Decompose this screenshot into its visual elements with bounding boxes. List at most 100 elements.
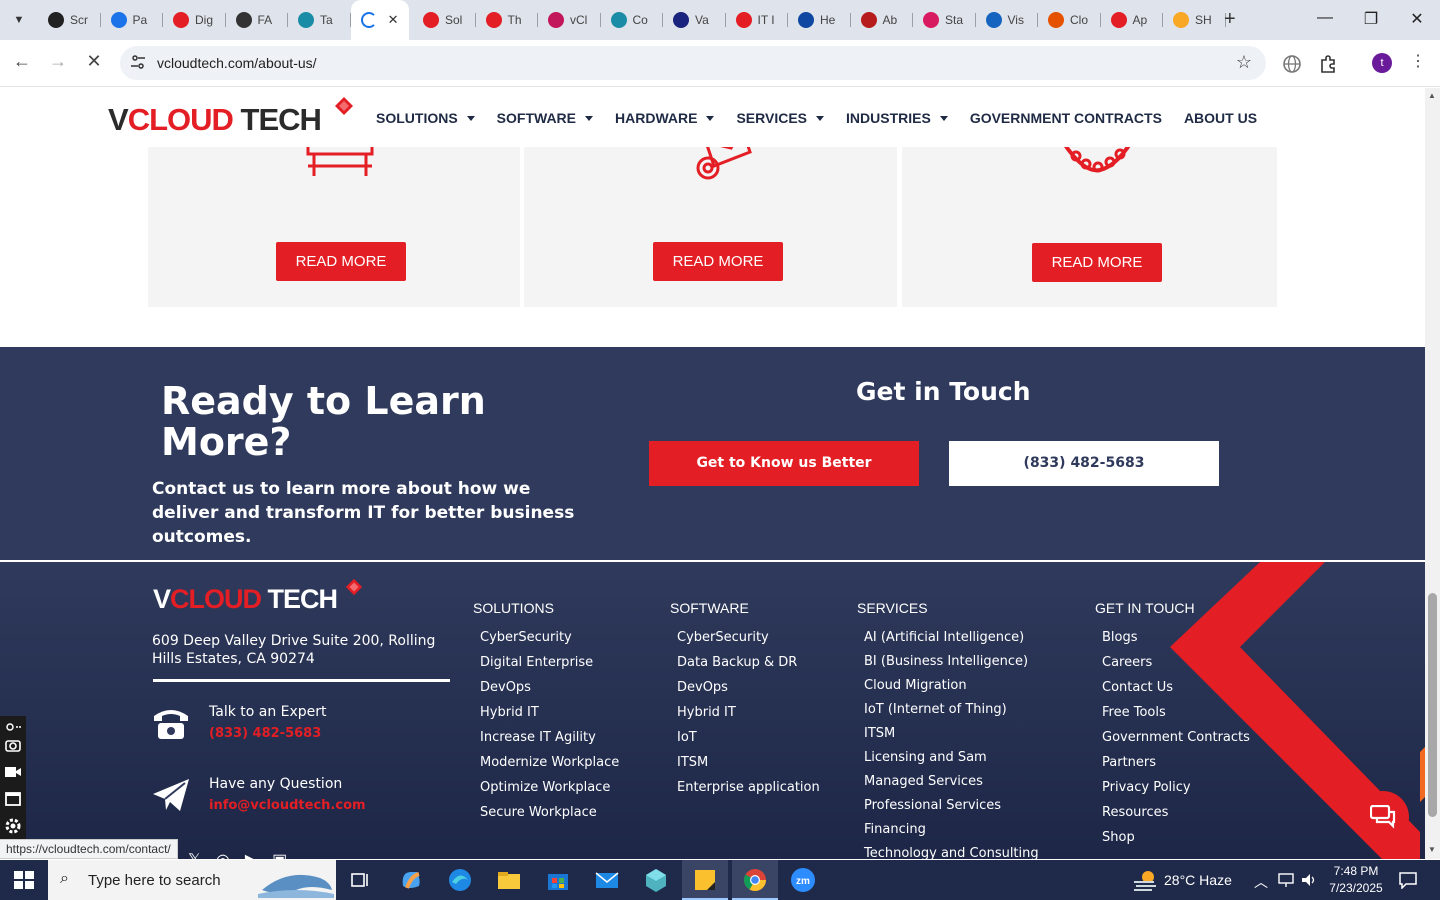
footer-link[interactable]: Technology and Consulting — [864, 846, 1039, 859]
browser-tab[interactable]: Ap — [1101, 6, 1163, 34]
extensions-icon[interactable] — [1318, 53, 1340, 75]
footer-link[interactable]: IoT — [677, 730, 820, 755]
browser-tab[interactable]: Clo — [1038, 6, 1101, 34]
footer-link[interactable]: Government Contracts — [1102, 730, 1250, 755]
footer-link[interactable]: Cloud Migration — [864, 678, 1039, 702]
browser-tab[interactable]: ✕ — [350, 0, 409, 40]
footer-link[interactable]: ITSM — [677, 755, 820, 780]
browser-tab[interactable]: Sol — [413, 6, 476, 34]
footer-link[interactable]: Blogs — [1102, 630, 1250, 655]
settings-gear-icon[interactable] — [4, 817, 22, 835]
site-logo[interactable]: VCLOUD TECH — [108, 97, 358, 142]
footer-link[interactable]: Enterprise application — [677, 780, 820, 805]
chrome-app[interactable] — [732, 860, 778, 900]
nav-item-government-contracts[interactable]: GOVERNMENT CONTRACTS — [970, 110, 1162, 126]
sticky-notes-app[interactable] — [682, 860, 728, 900]
linkedin-icon[interactable]: ▣ — [272, 850, 287, 859]
browser-tab[interactable]: Va — [663, 6, 726, 34]
nav-item-services[interactable]: SERVICES — [736, 110, 825, 126]
nav-item-software[interactable]: SOFTWARE — [497, 110, 594, 126]
footer-link[interactable]: Data Backup & DR — [677, 655, 820, 680]
footer-link[interactable]: Shop — [1102, 830, 1250, 855]
browser-tab[interactable]: Ta — [288, 6, 351, 34]
nav-item-industries[interactable]: INDUSTRIES — [846, 110, 948, 126]
scrollbar-thumb[interactable] — [1428, 593, 1437, 817]
read-more-button[interactable]: READ MORE — [276, 242, 406, 281]
footer-link[interactable]: Privacy Policy — [1102, 780, 1250, 805]
phone-button[interactable]: (833) 482-5683 — [949, 441, 1219, 486]
camera-icon[interactable] — [4, 736, 22, 754]
footer-link[interactable]: Professional Services — [864, 798, 1039, 822]
footer-link[interactable]: Partners — [1102, 755, 1250, 780]
bookmark-star-icon[interactable]: ☆ — [1236, 52, 1252, 73]
instagram-icon[interactable]: ◎ — [216, 850, 230, 859]
video-icon[interactable] — [4, 763, 22, 781]
system-clock[interactable]: 7:48 PM 7/23/2025 — [1328, 863, 1384, 897]
translate-icon[interactable] — [1281, 53, 1303, 75]
close-window-button[interactable]: ✕ — [1402, 9, 1432, 29]
browser-tab[interactable]: Dig — [163, 6, 226, 34]
footer-link[interactable]: CyberSecurity — [480, 630, 619, 655]
nav-item-hardware[interactable]: HARDWARE — [615, 110, 715, 126]
address-bar[interactable]: vcloudtech.com/about-us/ ☆ — [120, 46, 1266, 80]
file-explorer-icon[interactable] — [495, 866, 523, 894]
expert-phone-link[interactable]: (833) 482-5683 — [209, 726, 321, 741]
footer-link[interactable]: Increase IT Agility — [480, 730, 619, 755]
microsoft-store-icon[interactable] — [544, 866, 572, 894]
get-to-know-button[interactable]: Get to Know us Better — [649, 441, 919, 486]
zoom-icon[interactable]: zm — [789, 866, 817, 894]
browser-tab[interactable]: Ab — [851, 6, 913, 34]
windows-start-icon[interactable] — [14, 871, 34, 889]
edge-icon[interactable] — [446, 866, 474, 894]
app-cube-icon[interactable] — [642, 866, 670, 894]
weather-haze-icon[interactable] — [1132, 869, 1158, 891]
read-more-button[interactable]: READ MORE — [653, 242, 783, 281]
chrome-menu-icon[interactable]: ⋮ — [1405, 51, 1431, 71]
weather-text[interactable]: 28°C Haze — [1164, 872, 1232, 888]
footer-link[interactable]: Hybrid IT — [480, 705, 619, 730]
footer-link[interactable]: Licensing and Sam — [864, 750, 1039, 774]
footer-link[interactable]: Financing — [864, 822, 1039, 846]
restore-button[interactable]: ❐ — [1356, 9, 1386, 29]
pin-icon[interactable] — [4, 718, 22, 736]
footer-link[interactable]: Optimize Workplace — [480, 780, 619, 805]
browser-tab[interactable]: Vis — [976, 6, 1038, 34]
footer-link[interactable]: IoT (Internet of Thing) — [864, 702, 1039, 726]
footer-link[interactable]: Secure Workplace — [480, 805, 619, 830]
stop-loading-icon[interactable]: ✕ — [81, 51, 107, 72]
notifications-icon[interactable] — [1398, 871, 1418, 889]
browser-tab[interactable]: He — [788, 6, 851, 34]
back-icon[interactable]: ← — [9, 51, 35, 72]
network-icon[interactable] — [1278, 872, 1296, 888]
footer-link[interactable]: Resources — [1102, 805, 1250, 830]
browser-tab[interactable]: vCl — [538, 6, 601, 34]
mail-icon[interactable] — [593, 866, 621, 894]
minimize-button[interactable]: — — [1310, 9, 1340, 27]
email-link[interactable]: info@vcloudtech.com — [209, 798, 366, 813]
nav-item-about-us[interactable]: ABOUT US — [1184, 110, 1257, 126]
footer-link[interactable]: CyberSecurity — [677, 630, 820, 655]
footer-link[interactable]: Contact Us — [1102, 680, 1250, 705]
footer-link[interactable]: Free Tools — [1102, 705, 1250, 730]
forward-icon[interactable]: → — [45, 51, 71, 72]
browser-tab[interactable]: Co — [601, 6, 663, 34]
browser-tab[interactable]: FA — [226, 6, 288, 34]
profile-avatar[interactable]: t — [1372, 53, 1392, 73]
browser-tab[interactable]: SH — [1163, 6, 1226, 34]
site-info-icon[interactable] — [130, 54, 146, 70]
youtube-icon[interactable]: ▶ — [245, 850, 257, 859]
read-more-button[interactable]: READ MORE — [1032, 243, 1162, 282]
taskbar-search[interactable]: ⌕ Type here to search — [48, 860, 336, 900]
task-view-icon[interactable] — [346, 866, 374, 894]
footer-link[interactable]: BI (Business Intelligence) — [864, 654, 1039, 678]
footer-logo[interactable]: VCLOUD TECH — [153, 578, 373, 616]
browser-tab[interactable]: IT I — [726, 6, 788, 34]
page-scrollbar[interactable]: ▲ ▼ — [1425, 88, 1440, 859]
x-twitter-icon[interactable]: 𝕏 — [188, 850, 201, 859]
footer-link[interactable]: ITSM — [864, 726, 1039, 750]
footer-link[interactable]: Digital Enterprise — [480, 655, 619, 680]
footer-link[interactable]: Managed Services — [864, 774, 1039, 798]
chat-widget-button[interactable] — [1357, 791, 1409, 843]
footer-link[interactable]: AI (Artificial Intelligence) — [864, 630, 1039, 654]
tray-chevron-icon[interactable]: ︿ — [1254, 872, 1268, 892]
